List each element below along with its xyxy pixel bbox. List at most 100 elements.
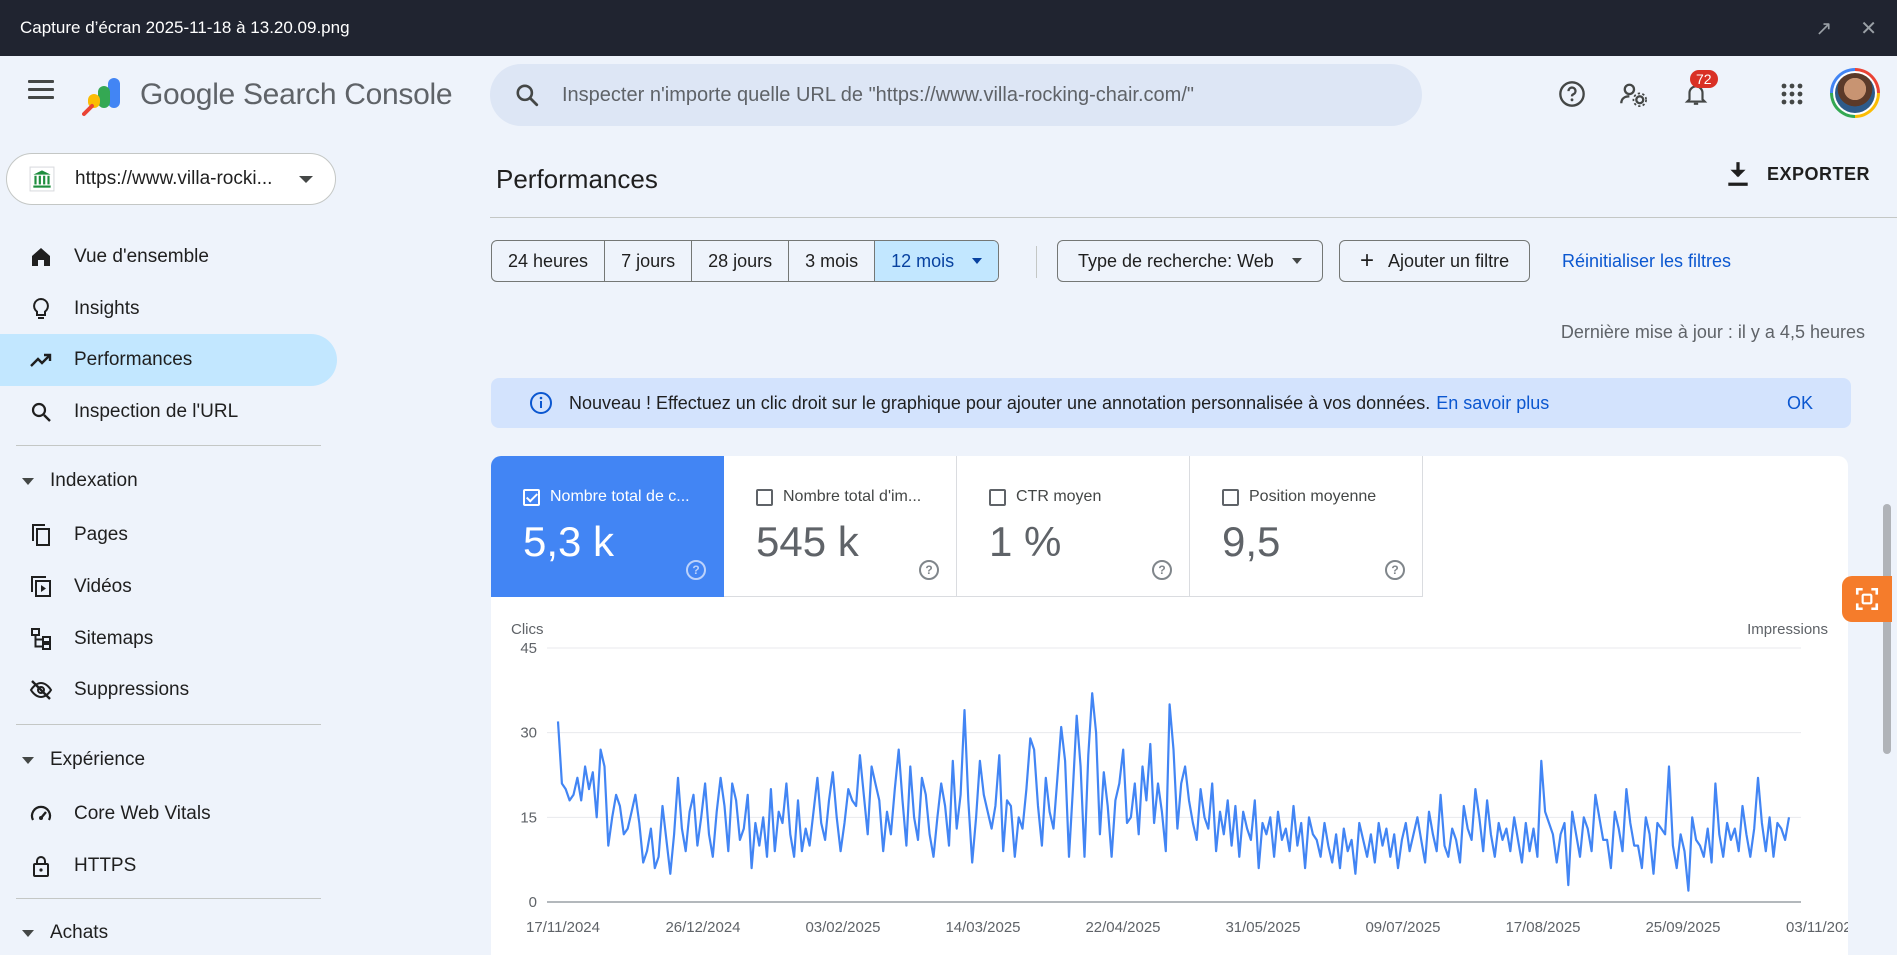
sidebar-item-label: HTTPS [74,855,137,876]
lightbulb-icon [28,296,54,322]
sidebar-item-label: Core Web Vitals [74,803,211,824]
metric-label: Position moyenne [1249,488,1377,505]
checkbox[interactable] [989,488,1006,506]
divider [16,898,321,899]
checkbox[interactable] [523,488,540,506]
caret-down-icon [22,929,34,937]
divider [16,724,321,725]
info-banner: Nouveau ! Effectuez un clic droit sur le… [491,378,1851,428]
sidebar-item-label: Vidéos [74,576,132,597]
screenshot-tool-button[interactable] [1842,576,1892,622]
avatar[interactable] [1830,68,1880,118]
metric-avg-ctr[interactable]: CTR moyen 1 % ? [957,456,1190,597]
download-icon [1728,162,1748,186]
banner-ok-button[interactable]: OK [1787,393,1813,414]
y-tick-label: 30 [520,725,537,742]
caret-down-icon [22,477,34,485]
sidebar-item-label: Vue d'ensemble [74,246,209,267]
search-input[interactable] [562,83,1382,107]
header: Google Search Console 72 [0,56,1897,134]
section-achats[interactable]: Achats [0,910,337,955]
window-titlebar: Capture d’écran 2025-11-18 à 13.20.09.pn… [0,0,1897,56]
help-icon[interactable]: ? [1385,560,1405,580]
sidebar-item-url-inspection[interactable]: Inspection de l'URL [0,386,337,438]
menu-icon[interactable] [28,80,54,100]
close-icon[interactable]: ✕ [1860,16,1877,41]
sidebar-item-overview[interactable]: Vue d'ensemble [0,231,337,283]
x-tick-label: 25/09/2025 [1645,919,1720,936]
x-tick-label: 26/12/2024 [665,919,740,936]
divider [490,217,1897,218]
window-title: Capture d’écran 2025-11-18 à 13.20.09.pn… [20,18,350,37]
property-url: https://www.villa-rocki... [75,168,273,189]
sidebar-item-videos[interactable]: Vidéos [0,561,337,613]
chart-svg[interactable]: Clics Impressions 0 15 30 45 17/11/2024 26/12/2… [491,616,1848,955]
metric-total-impressions[interactable]: Nombre total d'im... 545 k ? [724,456,957,597]
metric-avg-position[interactable]: Position moyenne 9,5 ? [1190,456,1423,597]
search-icon [28,399,54,425]
add-filter-button[interactable]: + Ajouter un filtre [1339,240,1531,282]
trending-up-icon [28,347,54,373]
caret-down-icon [972,258,983,264]
x-tick-label: 09/07/2025 [1365,919,1440,936]
divider [1036,246,1037,278]
checkbox[interactable] [756,488,773,506]
apps-grid-icon[interactable] [1776,78,1808,110]
caret-down-icon [1291,258,1302,264]
search-type-filter[interactable]: Type de recherche: Web [1057,240,1323,282]
sidebar-item-core-web-vitals[interactable]: Core Web Vitals [0,788,337,840]
range-7d[interactable]: 7 jours [605,241,693,281]
range-3m[interactable]: 3 mois [789,241,876,281]
metric-value: 1 % [989,518,1062,565]
sidebar: https://www.villa-rocki... Vue d'ensembl… [0,134,340,955]
learn-more-link[interactable]: En savoir plus [1436,393,1549,414]
range-12m[interactable]: 12 mois [875,241,999,281]
sidebar-item-insights[interactable]: Insights [0,283,337,335]
metric-label: Nombre total de c... [550,488,690,505]
search-type-label: Type de recherche: Web [1078,250,1274,271]
chevron-down-icon [299,176,313,183]
section-experience[interactable]: Expérience [0,737,337,783]
page-title: Performances [496,164,658,194]
scrollbar[interactable] [1883,504,1891,754]
notification-badge: 72 [1690,70,1718,88]
help-icon[interactable] [1556,78,1588,110]
user-settings-icon[interactable] [1618,78,1650,110]
sidebar-item-sitemaps[interactable]: Sitemaps [0,613,337,665]
help-icon[interactable]: ? [686,560,706,580]
x-tick-label: 22/04/2025 [1085,919,1160,936]
metric-total-clicks[interactable]: Nombre total de c... 5,3 k ? [491,456,724,597]
export-button[interactable]: EXPORTER [1725,160,1870,188]
reset-filters-link[interactable]: Réinitialiser les filtres [1562,251,1731,272]
performance-card: Nombre total de c... 5,3 k ? Nombre tota… [491,456,1848,955]
range-28d[interactable]: 28 jours [692,241,790,281]
section-label: Indexation [50,470,138,491]
expand-icon[interactable]: ↗ [1815,16,1832,41]
sidebar-item-pages[interactable]: Pages [0,509,337,561]
url-inspect-search[interactable] [490,64,1422,126]
performance-chart[interactable]: Clics Impressions 0 15 30 45 17/11/2024 26/12/2… [491,616,1848,955]
sidebar-item-https[interactable]: HTTPS [0,840,337,892]
caret-down-icon [22,756,34,764]
add-filter-label: Ajouter un filtre [1388,250,1510,271]
help-icon[interactable]: ? [1152,560,1172,580]
metric-label: Nombre total d'im... [783,488,922,505]
divider [16,445,321,446]
sidebar-item-removals[interactable]: Suppressions [0,664,337,716]
lock-icon [28,853,54,879]
metric-value: 5,3 k [523,518,615,565]
sidebar-item-performances[interactable]: Performances [0,334,337,386]
last-update-text: Dernière mise à jour : il y a 4,5 heures [1560,322,1865,342]
help-icon[interactable]: ? [919,560,939,580]
property-selector[interactable]: https://www.villa-rocki... [6,153,336,205]
brand-name: Google Search Console [140,78,453,111]
main-content: Performances EXPORTER 24 heures 7 jours … [490,134,1897,955]
checkbox[interactable] [1222,488,1239,506]
x-tick-label: 03/11/2025 [1786,919,1848,936]
sitemap-icon [28,626,54,652]
metric-value: 9,5 [1222,518,1281,565]
range-24h[interactable]: 24 heures [492,241,606,281]
y-axis-title: Clics [511,621,544,638]
date-range-selector: 24 heures 7 jours 28 jours 3 mois 12 moi… [491,240,1000,282]
section-indexation[interactable]: Indexation [0,458,337,504]
